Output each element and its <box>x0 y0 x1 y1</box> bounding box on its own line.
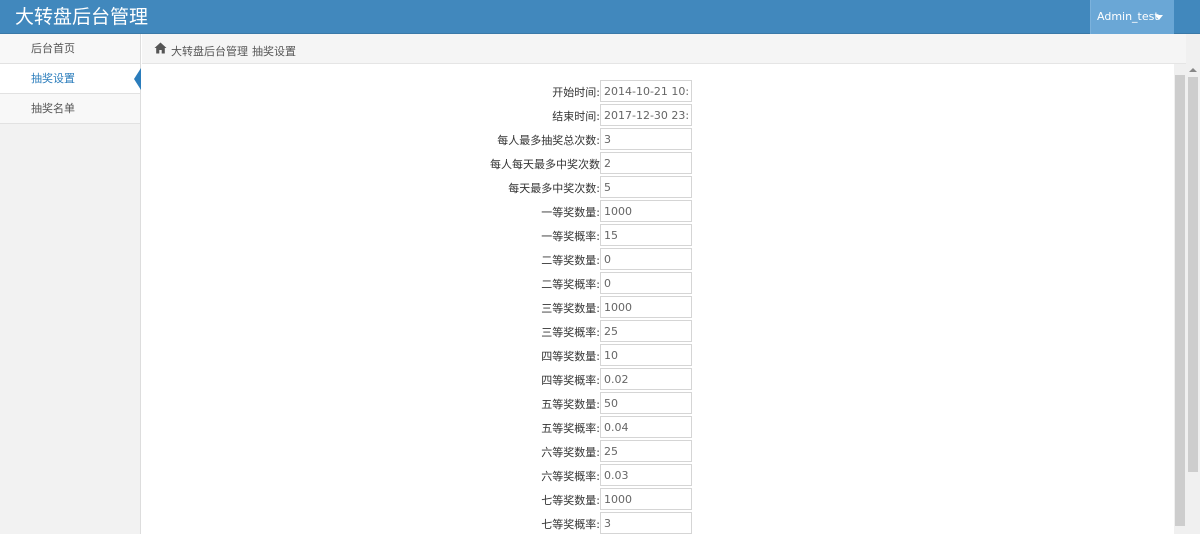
form-row-prize6-quantity: 六等奖数量: <box>142 440 694 462</box>
field-label: 五等奖概率: <box>541 422 600 435</box>
form-row-max-draws-per-person: 每人最多抽奖总次数: <box>142 128 694 150</box>
breadcrumb-link-home[interactable]: 大转盘后台管理 <box>171 43 248 59</box>
sidebar-item-home[interactable]: 后台首页 <box>0 34 140 64</box>
user-menu-button[interactable]: Admin_test <box>1090 0 1174 34</box>
breadcrumb: 大转盘后台管理 › 抽奖设置 <box>142 34 1186 64</box>
field-label: 一等奖数量: <box>541 206 600 219</box>
user-name: Admin_test <box>1097 10 1159 23</box>
form-row-prize2-probability: 二等奖概率: <box>142 272 694 294</box>
sidebar-item-winners-list[interactable]: 抽奖名单 <box>0 94 140 124</box>
caret-down-icon <box>1155 15 1163 20</box>
form-row-prize3-quantity: 三等奖数量: <box>142 296 694 318</box>
form-row-prize1-probability: 一等奖概率: <box>142 224 694 246</box>
prize5-probability-input[interactable] <box>600 416 692 438</box>
prize4-probability-input[interactable] <box>600 368 692 390</box>
form-row-prize4-quantity: 四等奖数量: <box>142 344 694 366</box>
prize7-quantity-input[interactable] <box>600 488 692 510</box>
form-row-max-wins-per-person-daily: 每人每天最多中奖次数 <box>142 152 694 174</box>
page-scrollbar-thumb[interactable] <box>1188 77 1198 472</box>
prize4-quantity-input[interactable] <box>600 344 692 366</box>
form-row-start-time: 开始时间: <box>142 80 694 102</box>
form-row-prize7-quantity: 七等奖数量: <box>142 488 694 510</box>
settings-form: 开始时间: 结束时间: 每人最多抽奖总次数: 每人每天最多中奖次数 每天最多中奖… <box>142 64 1174 534</box>
sidebar-item-label: 抽奖名单 <box>31 102 75 115</box>
field-label: 每天最多中奖次数: <box>508 182 600 195</box>
prize5-quantity-input[interactable] <box>600 392 692 414</box>
prize7-probability-input[interactable] <box>600 512 692 534</box>
max-wins-per-person-daily-input[interactable] <box>600 152 692 174</box>
sidebar-item-label: 后台首页 <box>31 42 75 55</box>
field-label: 每人最多抽奖总次数: <box>497 134 600 147</box>
sidebar-item-label: 抽奖设置 <box>31 72 75 85</box>
field-label: 六等奖概率: <box>541 470 600 483</box>
sidebar: 后台首页 抽奖设置 抽奖名单 <box>0 34 141 534</box>
field-label: 六等奖数量: <box>541 446 600 459</box>
end-time-input[interactable] <box>600 104 692 126</box>
prize2-quantity-input[interactable] <box>600 248 692 270</box>
field-label: 七等奖数量: <box>541 494 600 507</box>
form-row-prize2-quantity: 二等奖数量: <box>142 248 694 270</box>
max-wins-daily-input[interactable] <box>600 176 692 198</box>
field-label: 五等奖数量: <box>541 398 600 411</box>
prize3-quantity-input[interactable] <box>600 296 692 318</box>
prize6-quantity-input[interactable] <box>600 440 692 462</box>
field-label: 三等奖概率: <box>541 326 600 339</box>
form-row-prize4-probability: 四等奖概率: <box>142 368 694 390</box>
field-label: 开始时间: <box>552 86 600 99</box>
field-label: 三等奖数量: <box>541 302 600 315</box>
field-label: 四等奖数量: <box>541 350 600 363</box>
prize1-quantity-input[interactable] <box>600 200 692 222</box>
form-row-prize3-probability: 三等奖概率: <box>142 320 694 342</box>
form-row-prize5-probability: 五等奖概率: <box>142 416 694 438</box>
form-row-prize1-quantity: 一等奖数量: <box>142 200 694 222</box>
home-icon <box>154 42 167 54</box>
form-row-prize7-probability: 七等奖概率: <box>142 512 694 534</box>
active-indicator <box>134 68 141 90</box>
scroll-up-arrow-icon[interactable] <box>1189 68 1197 72</box>
breadcrumb-separator: › <box>243 43 248 56</box>
prize6-probability-input[interactable] <box>600 464 692 486</box>
breadcrumb-current: 抽奖设置 <box>252 45 296 58</box>
form-row-end-time: 结束时间: <box>142 104 694 126</box>
form-row-prize5-quantity: 五等奖数量: <box>142 392 694 414</box>
field-label: 四等奖概率: <box>541 374 600 387</box>
content-scrollbar-thumb[interactable] <box>1175 75 1185 526</box>
prize3-probability-input[interactable] <box>600 320 692 342</box>
field-label: 结束时间: <box>552 110 600 123</box>
field-label: 一等奖概率: <box>541 230 600 243</box>
prize2-probability-input[interactable] <box>600 272 692 294</box>
top-navbar: 大转盘后台管理 Admin_test <box>0 0 1200 34</box>
prize1-probability-input[interactable] <box>600 224 692 246</box>
form-row-prize6-probability: 六等奖概率: <box>142 464 694 486</box>
field-label: 七等奖概率: <box>541 518 600 531</box>
field-label: 二等奖数量: <box>541 254 600 267</box>
max-draws-per-person-input[interactable] <box>600 128 692 150</box>
sidebar-item-lottery-settings[interactable]: 抽奖设置 <box>0 64 141 94</box>
field-label: 每人每天最多中奖次数 <box>490 158 600 171</box>
field-label: 二等奖概率: <box>541 278 600 291</box>
form-row-max-wins-daily: 每天最多中奖次数: <box>142 176 694 198</box>
start-time-input[interactable] <box>600 80 692 102</box>
app-title: 大转盘后台管理 <box>15 6 149 28</box>
